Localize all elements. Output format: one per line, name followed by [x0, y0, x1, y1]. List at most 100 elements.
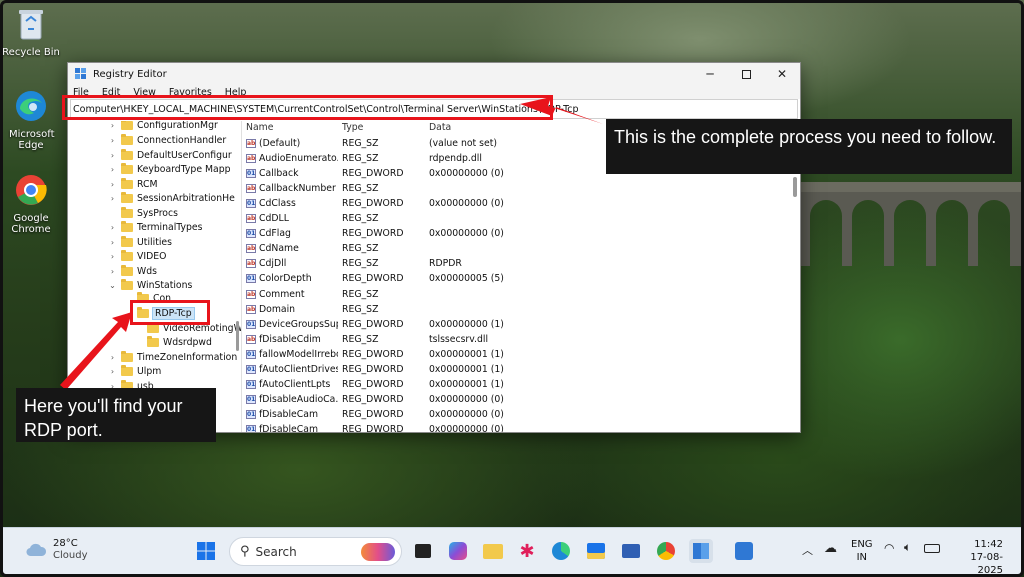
registry-editor-taskbar-button[interactable] — [689, 539, 713, 563]
value-row[interactable]: ab CallbackNumber REG_SZ — [242, 181, 800, 196]
registry-editor-icon — [693, 543, 709, 559]
minimize-button[interactable]: ─ — [692, 63, 728, 85]
value-row[interactable]: 01DeviceGroupsSup... REG_DWORD 0x00000000 … — [242, 317, 800, 332]
chrome-taskbar-button[interactable] — [654, 539, 678, 563]
value-type: REG_DWORD — [342, 408, 404, 420]
value-row[interactable]: 01 ColorDepth REG_DWORD 0x00000005 (5) — [242, 271, 800, 286]
tree-item[interactable]: Wdsrdpwd — [134, 335, 212, 349]
tree-item[interactable]: › SessionArbitrationHe — [108, 191, 235, 205]
maximize-button[interactable] — [728, 63, 764, 85]
value-name-cell: 01 fDisableCam — [246, 424, 338, 432]
reg-dword-icon: 01 — [246, 409, 256, 419]
value-row[interactable]: ab CdjDll REG_SZ RDPDR — [242, 256, 800, 271]
start-button[interactable] — [194, 539, 218, 563]
value-row[interactable]: 01 CdFlag REG_DWORD 0x00000000 (0) — [242, 226, 800, 241]
window-title: Registry Editor — [93, 68, 167, 80]
onedrive-cloud-icon[interactable]: ☁ — [824, 541, 837, 556]
tree-item-winstations[interactable]: ⌄ WinStations — [108, 278, 192, 292]
value-row[interactable]: ab CdName REG_SZ — [242, 241, 800, 256]
value-name: fAutoClientLpts — [259, 378, 331, 390]
value-data: 0x00000000 (0) — [429, 423, 504, 432]
tree-item[interactable]: › Ulpm — [108, 364, 161, 378]
reg-sz-icon: ab — [246, 154, 256, 164]
weather-temp: 28°C — [53, 538, 78, 549]
values-scrollbar[interactable] — [793, 177, 797, 197]
value-row[interactable]: 01 fDisableCam REG_DWORD 0x00000000 (0) — [242, 422, 800, 432]
edge-taskbar-button[interactable] — [549, 539, 573, 563]
value-name: DeviceGroupsSup... — [259, 318, 338, 330]
copilot-button[interactable] — [446, 539, 470, 563]
reg-sz-icon: ab — [246, 139, 256, 148]
close-button[interactable]: ✕ — [764, 63, 800, 85]
bottom-annotation-text: Here you'll find your RDP port. — [24, 396, 183, 440]
tree-item[interactable]: › ConnectionHandler — [108, 133, 226, 147]
address-highlight-box — [62, 95, 553, 120]
value-row[interactable]: 01 fAutoClientDrives REG_DWORD 0x00000001 (… — [242, 362, 800, 377]
volume-icon[interactable]: 🔈︎ — [904, 540, 911, 555]
tree-item[interactable]: › Wds — [108, 264, 157, 278]
tree-item[interactable]: › TimeZoneInformation — [108, 350, 237, 364]
tree-scrollbar[interactable] — [236, 321, 239, 351]
tree-item[interactable]: › TerminalTypes — [108, 220, 203, 234]
value-row[interactable]: 01fallowModelIrrebo... REG_DWORD 0x0000000… — [242, 347, 800, 362]
desktop-icon-chrome[interactable]: Google Chrome — [0, 170, 62, 235]
value-row[interactable]: 01 fAutoClientLpts REG_DWORD 0x00000001 (1) — [242, 377, 800, 392]
value-type: REG_DWORD — [342, 348, 404, 360]
value-type: REG_SZ — [342, 153, 379, 165]
column-name[interactable]: Name — [246, 122, 338, 133]
slack-button[interactable]: ✱ — [515, 539, 539, 563]
value-row[interactable]: ab Comment REG_SZ — [242, 287, 800, 302]
battery-icon[interactable] — [924, 544, 940, 553]
copilot-icon — [449, 542, 467, 560]
tree-item[interactable]: SysProcs — [108, 206, 178, 220]
value-type: REG_DWORD — [342, 318, 404, 330]
task-view-button[interactable] — [411, 539, 435, 563]
folder-icon — [121, 191, 133, 203]
key-tree[interactable]: › ConfigurationMgr › ConnectionHandler › De… — [68, 121, 242, 432]
reg-dword-icon: 01 — [246, 274, 256, 284]
value-row[interactable]: 01 CdClass REG_DWORD 0x00000000 (0) — [242, 196, 800, 211]
clock[interactable]: 11:42 17-08-2025 — [951, 538, 1003, 577]
wifi-icon[interactable]: ◠ — [884, 541, 894, 555]
folder-icon — [121, 177, 133, 189]
top-annotation-callout: This is the complete process you need to… — [606, 119, 1012, 174]
tree-item[interactable]: › KeyboardType Mapp — [108, 162, 231, 176]
value-type: REG_DWORD — [342, 378, 404, 390]
value-name-cell: ab CdjDll — [246, 258, 338, 269]
value-data: tslssecsrv.dll — [429, 333, 489, 345]
value-data: 0x00000001 (1) — [429, 363, 504, 375]
paint-button[interactable] — [732, 539, 756, 563]
weather-widget[interactable]: 28°C Cloudy — [25, 538, 87, 562]
value-type: REG_SZ — [342, 183, 379, 195]
edge-icon — [552, 542, 570, 560]
value-data: 0x00000000 (0) — [429, 408, 504, 420]
value-row[interactable]: 01 fDisableAudioCa... REG_DWORD 0x00000000 … — [242, 392, 800, 407]
column-type[interactable]: Type — [342, 122, 363, 133]
taskbar-search[interactable]: ⚲ Search — [229, 537, 402, 566]
value-row[interactable]: 01 fDisableCam REG_DWORD 0x00000000 (0) — [242, 407, 800, 422]
weather-desc: Cloudy — [53, 550, 88, 561]
file-explorer-button[interactable] — [481, 539, 505, 563]
value-name-cell: 01 fDisableCam — [246, 409, 338, 420]
store-button[interactable] — [584, 539, 608, 563]
search-label: Search — [255, 544, 297, 559]
value-row[interactable]: ab Domain REG_SZ — [242, 302, 800, 317]
language-indicator[interactable]: ENG IN — [851, 538, 873, 564]
show-hidden-icons-chevron-icon[interactable]: ︿ — [802, 542, 813, 558]
title-bar[interactable]: Registry Editor ─ ✕ — [68, 63, 800, 85]
desktop-icon-edge[interactable]: Microsoft Edge — [0, 86, 62, 151]
tree-item[interactable]: › RCM — [108, 177, 158, 191]
desktop-icon-recycle-bin[interactable]: Recycle Bin — [0, 4, 62, 58]
tree-item[interactable]: › Utilities — [108, 235, 172, 249]
tree-item[interactable]: › ConfigurationMgr — [108, 121, 218, 132]
tree-item[interactable]: › VIDEO — [108, 249, 166, 263]
reg-dword-icon: 01 — [246, 379, 256, 389]
value-row[interactable]: ab CdDLL REG_SZ — [242, 211, 800, 226]
remote-desktop-button[interactable] — [619, 539, 643, 563]
tree-item[interactable]: › DefaultUserConfigur — [108, 148, 232, 162]
column-data[interactable]: Data — [429, 122, 451, 133]
folder-icon — [121, 249, 133, 261]
registry-editor-icon — [75, 68, 86, 79]
folder-icon — [121, 350, 133, 362]
value-row[interactable]: ab fDisableCdim REG_SZ tslssecsrv.dll — [242, 332, 800, 347]
